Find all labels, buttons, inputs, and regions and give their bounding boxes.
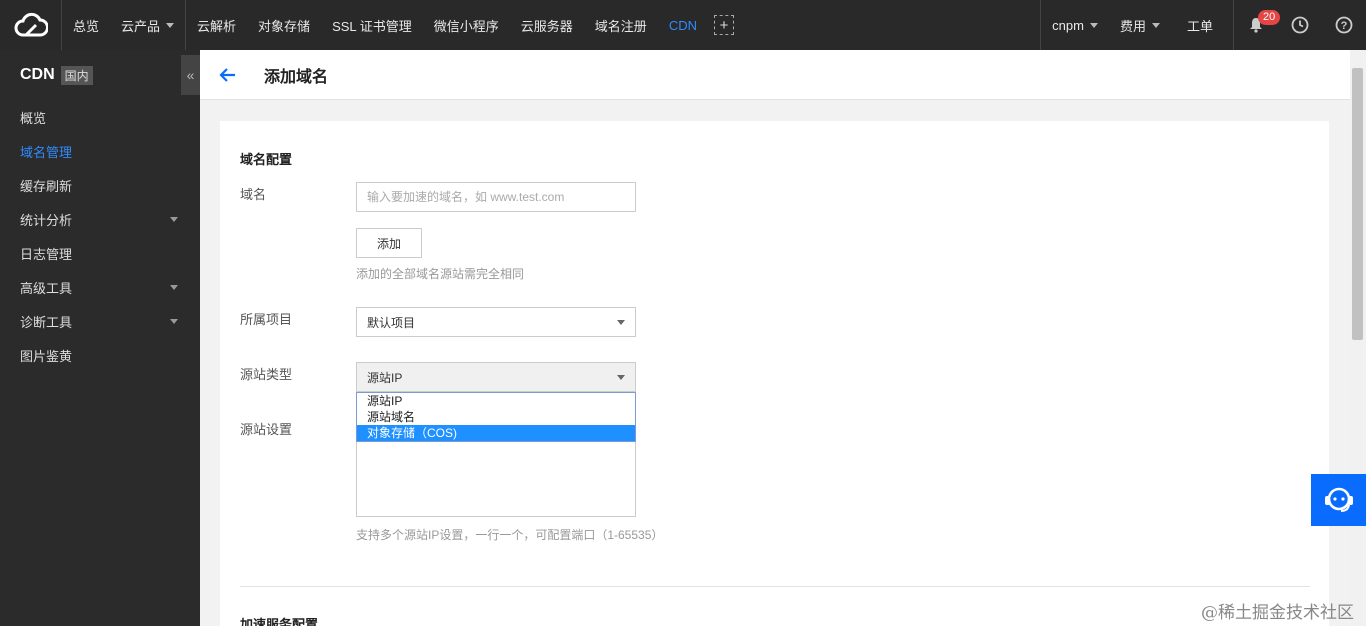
back-arrow-icon[interactable] xyxy=(200,67,256,83)
notification-button[interactable]: 20 xyxy=(1234,0,1281,50)
svg-text:?: ? xyxy=(1341,20,1348,32)
clock-icon xyxy=(1291,16,1309,34)
origin-type-select[interactable]: 源站IP xyxy=(356,362,636,392)
sidebar-item-label: 域名管理 xyxy=(20,144,73,160)
nav-dns[interactable]: 云解析 xyxy=(186,0,247,50)
sidebar-item-label: 统计分析 xyxy=(20,212,73,228)
account-menu[interactable]: cnpm xyxy=(1041,0,1109,50)
sidebar-header: CDN 国内 xyxy=(0,50,200,100)
origin-type-label: 源站类型 xyxy=(240,367,293,382)
nav-cloud-products-label: 云产品 xyxy=(121,18,161,34)
add-shortcut-icon[interactable]: + xyxy=(713,15,734,35)
sidebar-item-label: 日志管理 xyxy=(20,246,73,262)
notification-count-badge: 20 xyxy=(1258,10,1281,25)
sidebar-item-label: 概览 xyxy=(20,110,47,126)
sidebar-item-logs[interactable]: 日志管理 xyxy=(0,236,200,270)
page-header: 添加域名 xyxy=(200,50,1350,100)
recent-button[interactable] xyxy=(1278,0,1322,50)
sidebar-item-label: 高级工具 xyxy=(20,280,73,296)
dropdown-option-origin-ip[interactable]: 源站IP xyxy=(357,393,635,409)
project-select-value: 默认项目 xyxy=(367,315,416,330)
section-title-acceleration-config: 加速服务配置 xyxy=(240,617,319,626)
origin-type-dropdown: 源站IP 源站域名 对象存储（COS) xyxy=(356,392,636,442)
sidebar-item-domain-management[interactable]: 域名管理 xyxy=(0,134,200,168)
top-navbar: 总览 云产品 云解析 对象存储 SSL 证书管理 微信小程序 云服务器 域名注册… xyxy=(0,0,1366,50)
nav-mini-program[interactable]: 微信小程序 xyxy=(423,0,510,50)
scrollbar-thumb[interactable] xyxy=(1352,68,1363,340)
origin-setting-label: 源站设置 xyxy=(240,422,293,437)
nav-cloud-products[interactable]: 云产品 xyxy=(110,0,185,50)
domain-config-panel: 域名配置 域名 添加 添加的全部域名源站需完全相同 所属项目 默认项目 源站类型… xyxy=(220,121,1329,626)
origin-setting-hint: 支持多个源站IP设置，一行一个，可配置端口（1-65535） xyxy=(356,528,664,542)
nav-cvm[interactable]: 云服务器 xyxy=(510,0,584,50)
divider xyxy=(240,586,1310,587)
cloud-logo-icon[interactable] xyxy=(0,0,62,50)
add-domain-hint: 添加的全部域名源站需完全相同 xyxy=(356,267,525,281)
ticket-link[interactable]: 工单 xyxy=(1171,0,1233,50)
billing-menu[interactable]: 费用 xyxy=(1109,0,1171,50)
sidebar-item-label: 缓存刷新 xyxy=(20,178,73,194)
customer-service-icon xyxy=(1324,487,1353,512)
sidebar: CDN 国内 « 概览 域名管理 缓存刷新 统计分析 日志管理 高级工具 诊断工… xyxy=(0,50,200,626)
project-select[interactable]: 默认项目 xyxy=(356,307,636,337)
domain-label: 域名 xyxy=(240,187,267,202)
collapse-sidebar-icon[interactable]: « xyxy=(181,55,200,95)
chevron-down-icon xyxy=(166,22,175,28)
sidebar-item-image-moderation[interactable]: 图片鉴黄 xyxy=(0,338,200,372)
dropdown-option-origin-domain[interactable]: 源站域名 xyxy=(357,409,635,425)
nav-cos[interactable]: 对象存储 xyxy=(247,0,321,50)
nav-overview[interactable]: 总览 xyxy=(62,0,110,50)
sidebar-item-label: 图片鉴黄 xyxy=(20,348,73,364)
sidebar-item-statistics[interactable]: 统计分析 xyxy=(0,202,200,236)
chevron-down-icon xyxy=(1089,22,1098,28)
chevron-down-icon xyxy=(617,375,625,380)
dropdown-option-cos[interactable]: 对象存储（COS) xyxy=(357,425,635,441)
nav-cdn[interactable]: CDN xyxy=(658,0,708,50)
sidebar-item-label: 诊断工具 xyxy=(20,314,73,330)
watermark: @稀土掘金技术社区 xyxy=(1201,603,1354,623)
nav-domain-register[interactable]: 域名注册 xyxy=(584,0,658,50)
help-button[interactable]: ? xyxy=(1322,0,1366,50)
domain-input[interactable] xyxy=(356,182,636,212)
customer-service-button[interactable] xyxy=(1311,474,1366,526)
sidebar-item-cache-refresh[interactable]: 缓存刷新 xyxy=(0,168,200,202)
add-domain-button[interactable]: 添加 xyxy=(356,228,422,258)
topbar-right: cnpm 费用 工单 20 ? xyxy=(1040,0,1366,50)
chevron-down-icon xyxy=(1151,22,1160,28)
chevron-down-icon xyxy=(170,319,178,324)
nav-ssl[interactable]: SSL 证书管理 xyxy=(321,0,423,50)
sidebar-title: CDN xyxy=(20,66,55,83)
chevron-down-icon xyxy=(617,320,625,325)
project-label: 所属项目 xyxy=(240,312,293,327)
sidebar-item-overview[interactable]: 概览 xyxy=(0,100,200,134)
sidebar-item-advanced-tools[interactable]: 高级工具 xyxy=(0,270,200,304)
account-name: cnpm xyxy=(1052,17,1084,33)
origin-type-select-value: 源站IP xyxy=(367,370,403,385)
chevron-down-icon xyxy=(170,285,178,290)
help-icon: ? xyxy=(1335,16,1353,34)
region-badge: 国内 xyxy=(60,65,93,85)
page-title: 添加域名 xyxy=(264,68,329,86)
origin-setting-textarea[interactable] xyxy=(356,437,636,517)
section-title-domain-config: 域名配置 xyxy=(240,152,293,167)
chevron-down-icon xyxy=(170,217,178,222)
billing-label: 费用 xyxy=(1119,18,1146,34)
sidebar-item-diagnostic-tools[interactable]: 诊断工具 xyxy=(0,304,200,338)
